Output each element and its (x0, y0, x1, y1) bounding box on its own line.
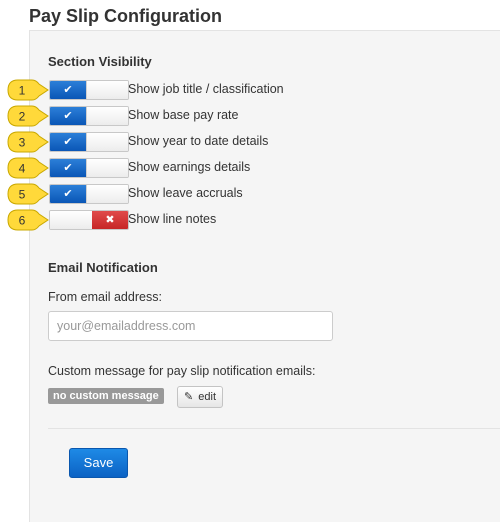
callout-number: 1 (19, 84, 26, 98)
toggle-row: 4 ✔ Show earnings details (6, 157, 486, 179)
toggle-knob (86, 107, 128, 125)
callout-marker: 5 (7, 183, 49, 205)
callout-marker: 4 (7, 157, 49, 179)
page-title: Pay Slip Configuration (29, 6, 223, 26)
toggle-row: 3 ✔ Show year to date details (6, 131, 486, 153)
toggle-switch-on[interactable]: ✔ (49, 80, 129, 100)
toggle-knob (86, 81, 128, 99)
check-icon: ✔ (50, 185, 86, 203)
from-email-label: From email address: (48, 290, 162, 304)
callout-number: 6 (19, 214, 26, 228)
toggle-label: Show base pay rate (128, 108, 239, 122)
callout-number: 5 (19, 188, 26, 202)
email-notification-heading: Email Notification (48, 260, 158, 275)
check-icon: ✔ (50, 107, 86, 125)
from-email-input[interactable] (48, 311, 333, 341)
toggle-knob (50, 211, 93, 229)
edit-button-label: edit (198, 391, 217, 403)
custom-message-label: Custom message for pay slip notification… (48, 364, 316, 378)
toggle-knob (86, 159, 128, 177)
toggle-label: Show earnings details (128, 160, 251, 174)
toggle-switch-off[interactable]: ✖ (49, 210, 129, 230)
toggle-switch-on[interactable]: ✔ (49, 106, 129, 126)
check-icon: ✔ (50, 133, 86, 151)
toggle-switch-on[interactable]: ✔ (49, 132, 129, 152)
section-visibility-heading: Section Visibility (48, 54, 152, 69)
toggle-label: Show year to date details (128, 134, 269, 148)
toggle-switch-on[interactable]: ✔ (49, 184, 129, 204)
callout-marker: 2 (7, 105, 49, 127)
toggle-switch-on[interactable]: ✔ (49, 158, 129, 178)
toggle-label: Show job title / classification (128, 82, 284, 96)
callout-marker: 3 (7, 131, 49, 153)
divider (48, 428, 500, 429)
toggle-row: 5 ✔ Show leave accruals (6, 183, 486, 205)
callout-marker: 6 (7, 209, 49, 231)
toggle-knob (86, 185, 128, 203)
check-icon: ✔ (50, 159, 86, 177)
toggle-label: Show leave accruals (128, 186, 243, 200)
toggle-knob (86, 133, 128, 151)
toggle-row: 1 ✔ Show job title / classification (6, 79, 486, 101)
x-icon: ✖ (92, 211, 128, 229)
save-button[interactable]: Save (69, 448, 128, 478)
pencil-icon: ✎ (184, 391, 194, 403)
toggle-label: Show line notes (128, 212, 217, 226)
toggle-row: 6 ✖ Show line notes (6, 209, 486, 231)
callout-number: 4 (19, 162, 26, 176)
callout-number: 3 (19, 136, 26, 150)
check-icon: ✔ (50, 81, 86, 99)
edit-button[interactable]: ✎ edit (177, 386, 224, 408)
callout-number: 2 (19, 110, 26, 124)
callout-marker: 1 (7, 79, 49, 101)
no-custom-message-badge: no custom message (48, 388, 164, 404)
toggle-row: 2 ✔ Show base pay rate (6, 105, 486, 127)
